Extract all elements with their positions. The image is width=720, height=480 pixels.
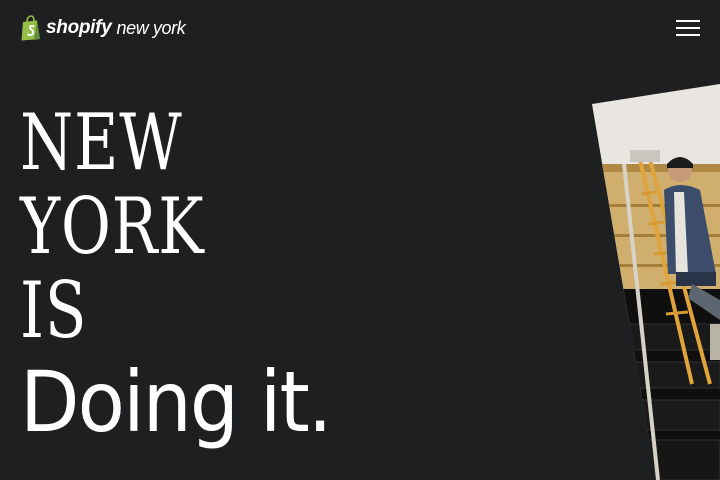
- hero-photo-ladder: [592, 84, 720, 480]
- hamburger-icon-bar: [676, 34, 700, 36]
- hamburger-icon-bar: [676, 20, 700, 22]
- hero-line-is: IS: [20, 266, 88, 356]
- top-navigation-bar: shopify new york: [0, 0, 720, 56]
- hero-line-doing-it: Doing it.: [20, 353, 332, 451]
- hero-line-york: YORK: [20, 182, 205, 272]
- brand-city: new york: [116, 18, 186, 38]
- shopify-bag-icon: [21, 15, 40, 41]
- brand-name: shopify: [46, 17, 112, 38]
- hamburger-menu-button[interactable]: [674, 18, 702, 38]
- shopify-new-york-logo[interactable]: shopify new york: [20, 15, 186, 41]
- hamburger-icon-bar: [676, 27, 700, 29]
- hero-line-new: NEW: [20, 98, 183, 188]
